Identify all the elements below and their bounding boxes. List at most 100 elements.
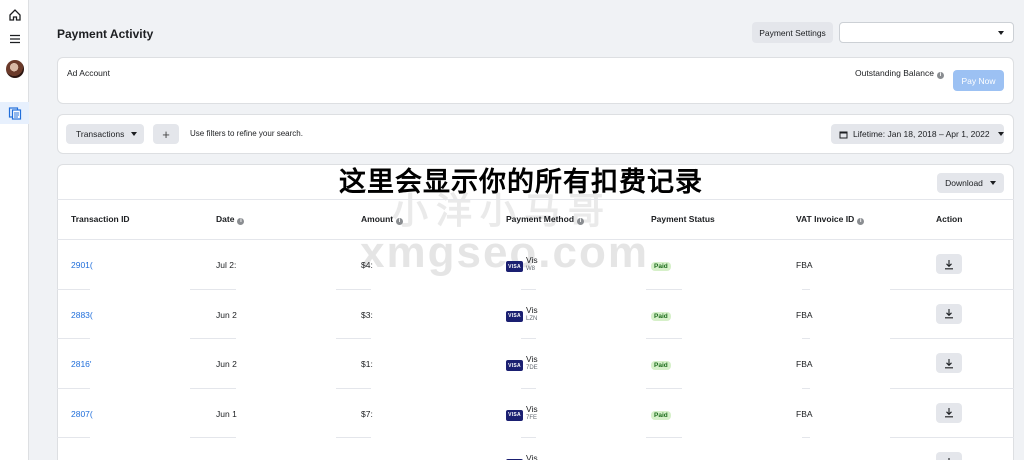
transaction-amount: $4: bbox=[361, 260, 373, 270]
divider-gap bbox=[90, 387, 190, 390]
divider-gap bbox=[810, 288, 890, 291]
visa-card-icon: VISA bbox=[506, 310, 523, 322]
ad-account-label: Ad Account bbox=[67, 68, 111, 78]
download-icon bbox=[945, 408, 953, 418]
divider-gap bbox=[682, 288, 802, 291]
add-filter-button[interactable]: + bbox=[153, 124, 179, 144]
download-receipt-button[interactable] bbox=[936, 353, 962, 373]
col-vat-invoice-id[interactable]: VAT Invoice ID i bbox=[796, 214, 865, 225]
col-date-label: Date bbox=[216, 214, 235, 224]
transaction-amount: $7: bbox=[361, 408, 373, 419]
status-badge: Paid bbox=[651, 311, 671, 321]
payment-method-name: Vis bbox=[526, 403, 538, 414]
payment-method-detail: 7DE bbox=[526, 365, 538, 371]
info-icon[interactable]: i bbox=[396, 218, 404, 225]
download-receipt-button[interactable] bbox=[936, 452, 962, 460]
transactions-filter-button[interactable]: Transactions bbox=[66, 124, 144, 144]
transactions-filter-label: Transactions bbox=[76, 129, 125, 139]
transaction-date: Jun 2 bbox=[216, 309, 237, 320]
info-icon[interactable]: i bbox=[237, 218, 245, 225]
vat-invoice-id: FBA bbox=[796, 359, 813, 369]
chevron-down-icon bbox=[998, 31, 1004, 35]
divider bbox=[57, 239, 1014, 240]
transaction-id-link[interactable]: 2901( bbox=[71, 260, 93, 270]
divider-gap bbox=[682, 437, 802, 439]
status-badge: Paid bbox=[651, 410, 671, 420]
divider-gap bbox=[90, 288, 190, 291]
date-range-label: Lifetime: Jan 18, 2018 – Apr 1, 2022 bbox=[853, 129, 990, 139]
home-icon[interactable] bbox=[0, 4, 29, 26]
col-date[interactable]: Date i bbox=[216, 214, 245, 225]
page-title: Payment Activity bbox=[57, 27, 154, 41]
chevron-down-icon bbox=[997, 132, 1004, 136]
download-button[interactable]: Download bbox=[937, 173, 1004, 193]
divider-gap bbox=[236, 387, 336, 390]
payment-method-detail: 7FE bbox=[526, 414, 538, 421]
date-range-button[interactable]: Lifetime: Jan 18, 2018 – Apr 1, 2022 bbox=[831, 124, 1004, 144]
payment-method-detail: LZN bbox=[526, 315, 538, 322]
col-amount[interactable]: Amount i bbox=[361, 214, 404, 225]
payment-method-name: Vis bbox=[526, 453, 538, 460]
divider-gap bbox=[682, 387, 802, 390]
menu-icon[interactable] bbox=[0, 28, 29, 50]
divider-gap bbox=[536, 437, 646, 439]
download-receipt-button[interactable] bbox=[936, 254, 962, 274]
download-icon bbox=[945, 259, 953, 269]
divider-gap bbox=[236, 437, 336, 439]
col-vat-invoice-id-label: VAT Invoice ID bbox=[796, 214, 855, 224]
transaction-amount: $3: bbox=[361, 309, 373, 320]
status-badge: Paid bbox=[651, 361, 671, 370]
transaction-id-link[interactable]: 2816' bbox=[71, 359, 92, 369]
user-avatar[interactable] bbox=[0, 58, 29, 80]
calendar-icon bbox=[839, 131, 848, 138]
outstanding-balance-label: Outstanding Balance i bbox=[855, 68, 944, 79]
divider-gap bbox=[682, 338, 802, 340]
billing-icon[interactable] bbox=[0, 102, 29, 124]
info-icon[interactable]: i bbox=[577, 218, 585, 225]
transaction-date: Jul 2: bbox=[216, 260, 237, 270]
col-payment-status[interactable]: Payment Status bbox=[651, 214, 715, 224]
transaction-amount: $1: bbox=[361, 359, 373, 369]
transaction-date: Jun 1 bbox=[216, 408, 237, 419]
payment-method-detail: W8 bbox=[526, 266, 535, 272]
divider-gap bbox=[236, 338, 336, 340]
divider-gap bbox=[371, 288, 521, 291]
col-payment-method[interactable]: Payment Method i bbox=[506, 214, 585, 225]
divider-gap bbox=[371, 437, 521, 439]
download-icon bbox=[945, 358, 953, 368]
divider-gap bbox=[810, 387, 890, 390]
transaction-id-link[interactable]: 2807( bbox=[71, 409, 93, 419]
divider-gap bbox=[536, 288, 646, 291]
vat-invoice-id: FBA bbox=[796, 309, 813, 320]
payment-method-name: Vis bbox=[526, 354, 538, 364]
visa-card-icon: VISA bbox=[506, 360, 523, 371]
col-payment-method-label: Payment Method bbox=[506, 214, 575, 224]
divider-gap bbox=[371, 387, 521, 390]
col-transaction-id[interactable]: Transaction ID bbox=[71, 214, 130, 224]
transaction-date: Jun 2 bbox=[216, 359, 237, 369]
info-icon[interactable]: i bbox=[857, 218, 865, 225]
filter-hint: Use filters to refine your search. bbox=[190, 129, 303, 138]
transaction-id-link[interactable]: 2883( bbox=[71, 310, 93, 320]
divider bbox=[57, 199, 1014, 200]
download-receipt-button[interactable] bbox=[936, 402, 962, 423]
divider-gap bbox=[536, 387, 646, 390]
download-icon bbox=[945, 309, 953, 319]
info-icon[interactable]: i bbox=[936, 72, 944, 79]
col-amount-label: Amount bbox=[361, 214, 394, 224]
visa-card-icon: VISA bbox=[506, 409, 523, 421]
download-label: Download bbox=[945, 178, 983, 188]
outstanding-balance-text: Outstanding Balance bbox=[855, 68, 934, 78]
divider-gap bbox=[236, 288, 336, 291]
status-badge: Paid bbox=[651, 262, 671, 271]
col-action: Action bbox=[936, 214, 963, 224]
divider-gap bbox=[810, 338, 890, 340]
account-select[interactable] bbox=[839, 22, 1014, 43]
payment-method-name: Vis bbox=[526, 304, 538, 315]
payment-settings-button[interactable]: Payment Settings bbox=[752, 22, 833, 43]
avatar bbox=[5, 60, 24, 78]
download-receipt-button[interactable] bbox=[936, 303, 962, 324]
pay-now-button[interactable]: Pay Now bbox=[953, 70, 1004, 91]
divider-gap bbox=[536, 338, 646, 340]
chevron-down-icon bbox=[131, 132, 138, 136]
